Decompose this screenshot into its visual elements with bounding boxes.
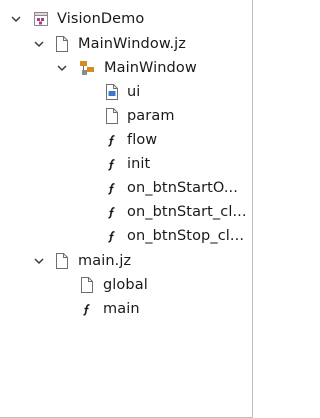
tree-node-label: ui <box>127 84 141 100</box>
project-icon <box>33 10 49 28</box>
tree-node-on-btnstart-cl[interactable]: on_btnStart_cl... <box>0 200 253 224</box>
tree-node-label: MainWindow.jz <box>78 36 187 52</box>
tree-node-global[interactable]: global <box>0 273 253 297</box>
file-icon <box>104 107 120 125</box>
tree-node-label: param <box>127 108 175 124</box>
tree-node-label: main <box>103 301 140 317</box>
tree-node-mainwindow-class[interactable]: MainWindow <box>0 56 253 80</box>
chevron-down-icon[interactable] <box>34 256 44 266</box>
function-icon <box>104 155 120 173</box>
tree-node-ui[interactable]: ui <box>0 80 253 104</box>
class-icon <box>79 59 95 77</box>
tree-node-on-btnstarto[interactable]: on_btnStartO... <box>0 176 253 200</box>
tree-node-label: global <box>103 277 148 293</box>
chevron-down-icon[interactable] <box>34 39 44 49</box>
tree-node-label: on_btnStartO... <box>127 180 238 196</box>
chevron-down-icon[interactable] <box>57 63 67 73</box>
function-icon <box>79 300 95 318</box>
tree-node-label: on_btnStart_cl... <box>127 204 247 220</box>
tree-node-main[interactable]: main <box>0 297 253 321</box>
tree-node-label: MainWindow <box>104 60 197 76</box>
tree-node-init[interactable]: init <box>0 152 253 176</box>
tree-node-label: init <box>127 156 151 172</box>
tree-node-visiondemo[interactable]: VisionDemo <box>0 7 253 31</box>
tree-node-main-jz[interactable]: main.jz <box>0 249 253 273</box>
tree-node-label: VisionDemo <box>57 11 145 27</box>
tree-node-label: flow <box>127 132 158 148</box>
tree-node-mainwindow-jz[interactable]: MainWindow.jz <box>0 32 253 56</box>
tree-node-label: on_btnStop_cl... <box>127 228 245 244</box>
file-icon <box>54 252 70 270</box>
function-icon <box>104 179 120 197</box>
file-icon <box>54 35 70 53</box>
function-icon <box>104 203 120 221</box>
tree-node-label: main.jz <box>78 253 132 269</box>
function-icon <box>104 131 120 149</box>
project-tree-panel: VisionDemo MainWindow.jz MainWindow ui p… <box>0 0 253 418</box>
tree-node-on-btnstop-cl[interactable]: on_btnStop_cl... <box>0 224 253 248</box>
tree-node-param[interactable]: param <box>0 104 253 128</box>
file-icon <box>79 276 95 294</box>
tree-node-flow[interactable]: flow <box>0 128 253 152</box>
chevron-down-icon[interactable] <box>11 14 21 24</box>
function-icon <box>104 227 120 245</box>
ui-file-icon <box>104 83 120 101</box>
